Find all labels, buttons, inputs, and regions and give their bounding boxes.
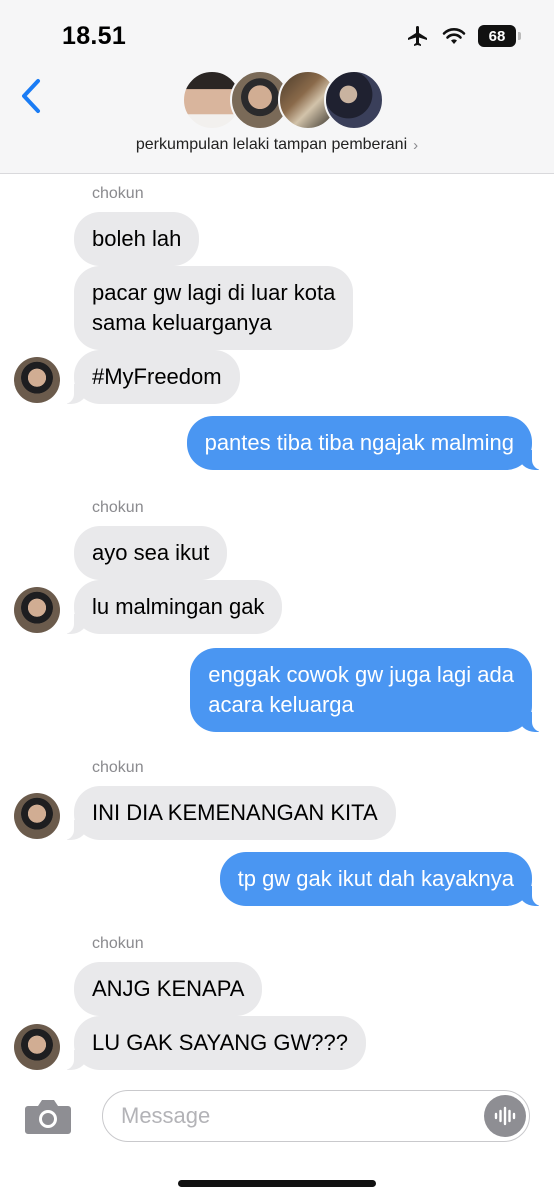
sender-avatar[interactable] [14, 793, 60, 839]
incoming-message[interactable]: ayo sea ikut [74, 526, 228, 580]
group-avatars[interactable] [182, 70, 384, 132]
incoming-message[interactable]: pacar gw lagi di luar kota sama keluargan… [74, 266, 354, 350]
outgoing-message[interactable]: pantes tiba tiba ngajak malming [186, 416, 545, 470]
sender-avatar[interactable] [14, 587, 60, 633]
outgoing-message[interactable]: tp gw gak ikut dah kayaknya [219, 852, 545, 906]
status-icons: 68 [406, 24, 521, 48]
back-button[interactable] [14, 76, 48, 116]
incoming-message[interactable]: lu malmingan gak [61, 580, 283, 634]
member-avatar [324, 70, 384, 130]
status-time: 18.51 [62, 22, 127, 50]
incoming-message[interactable]: LU GAK SAYANG GW??? [62, 1016, 366, 1070]
home-indicator[interactable] [178, 1180, 376, 1187]
sender-avatar[interactable] [14, 1024, 60, 1070]
incoming-message[interactable]: INI DIA KEMENANGAN KITA [62, 786, 396, 840]
sender-name: chokun [92, 935, 144, 952]
wifi-icon [442, 28, 466, 44]
outgoing-message[interactable]: enggak cowok gw juga lagi ada acara kelua… [190, 648, 544, 732]
battery-icon: 68 [478, 25, 521, 47]
group-name: perkumpulan lelaki tampan pemberani [135, 136, 408, 153]
chevron-right-icon: › [413, 136, 419, 154]
battery-level: 68 [488, 27, 506, 45]
sender-name: chokun [92, 759, 144, 776]
group-name-link[interactable]: perkumpulan lelaki tampan pemberani › [0, 136, 554, 154]
incoming-message[interactable]: boleh lah [74, 212, 200, 266]
message-list[interactable]: chokun boleh lah pacar gw lagi di luar k… [0, 174, 554, 1080]
sender-avatar[interactable] [14, 357, 60, 403]
message-input-field[interactable] [102, 1090, 530, 1142]
incoming-message[interactable]: #MyFreedom [62, 350, 240, 404]
camera-icon [25, 1100, 71, 1134]
camera-button[interactable] [24, 1096, 72, 1136]
airplane-icon [408, 26, 427, 46]
back-chevron-icon [22, 79, 40, 113]
voice-waveform-icon [494, 1106, 516, 1126]
sender-name: chokun [92, 499, 144, 516]
voice-record-button[interactable] [484, 1095, 526, 1137]
sender-name: chokun [92, 185, 144, 202]
message-input[interactable] [121, 1091, 471, 1141]
status-bar: 18.51 68 [0, 0, 554, 70]
incoming-message[interactable]: ANJG KENAPA [74, 962, 263, 1016]
